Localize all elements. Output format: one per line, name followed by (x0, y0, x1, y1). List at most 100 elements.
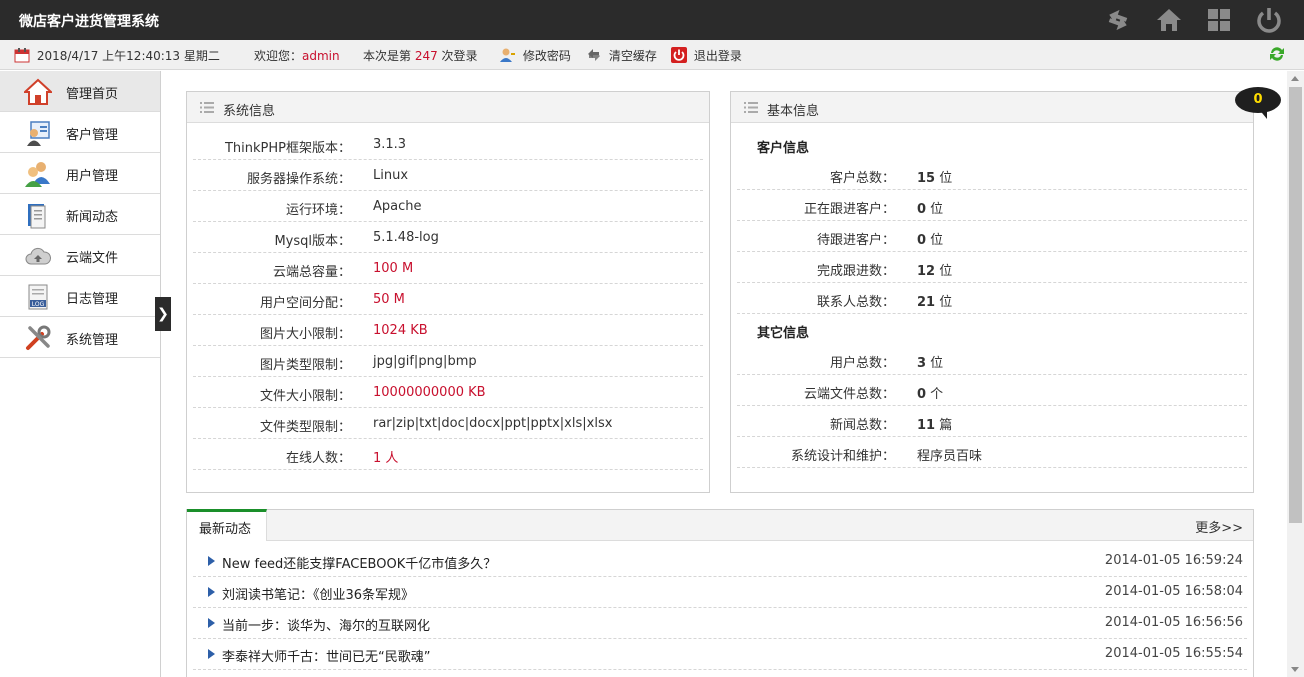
scroll-up-arrow[interactable] (1291, 76, 1299, 81)
info-number: 0 (917, 387, 927, 402)
info-key: 完成跟进数： (816, 264, 895, 279)
info-row: 服务器操作系统： Linux (193, 160, 703, 191)
news-panel: 最新动态 更多>> New feed还能支撑FACEBOOK千亿市值多久？ 201… (186, 509, 1254, 677)
info-key: 图片大小限制： (259, 327, 351, 342)
logout-label: 退出登录 (693, 49, 742, 63)
info-value: 11 篇 (917, 414, 952, 433)
other-info-heading: 其它信息 (757, 326, 810, 341)
news-item[interactable]: New feed还能支撑FACEBOOK千亿市值多久？ 2014-01-05 16… (193, 546, 1247, 577)
customer-info-heading: 客户信息 (757, 141, 810, 156)
calendar-icon (14, 48, 30, 63)
change-password-label: 修改密码 (522, 49, 571, 63)
info-key: 运行环境： (285, 203, 351, 218)
info-key: 用户空间分配： (259, 296, 351, 311)
panel-header: 基本信息 (731, 92, 1253, 123)
info-key: Mysql版本： (274, 234, 351, 249)
info-number: 12 (917, 264, 936, 279)
info-key: 文件类型限制： (259, 420, 351, 435)
username: admin (302, 49, 340, 63)
info-row: 图片大小限制： 1024 KB (193, 315, 703, 346)
green-refresh-icon[interactable] (1268, 45, 1286, 63)
sidebar-item-label: 新闻动态 (66, 210, 119, 225)
news-date: 2014-01-05 16:55:54 (1104, 646, 1243, 661)
home-icon[interactable] (1155, 6, 1183, 34)
badge-tail (1258, 108, 1267, 119)
info-value: 50 M (373, 292, 405, 307)
info-value: 0 位 (917, 229, 943, 248)
more-link[interactable]: 更多>> (1195, 517, 1243, 536)
grid-icon[interactable] (1205, 6, 1233, 34)
login-suffix: 次登录 (437, 49, 478, 63)
app-title: 微店客户进货管理系统 (19, 14, 159, 30)
info-key: 云端总容量： (272, 265, 351, 280)
log-icon: LOG (28, 284, 48, 310)
panel-header: 最新动态 更多>> (187, 509, 1253, 541)
info-unit: 个 (926, 387, 944, 402)
power-icon[interactable] (1255, 6, 1283, 34)
info-value: 10000000000 KB (373, 385, 486, 400)
cloud-icon (25, 247, 51, 265)
info-row: 联系人总数： 21 位 (737, 283, 1247, 314)
tools-icon (26, 325, 51, 350)
info-row: 正在跟进客户： 0 位 (737, 190, 1247, 221)
change-password-link[interactable]: 修改密码 (500, 47, 571, 64)
scroll-down-arrow[interactable] (1291, 667, 1299, 672)
sidebar-item-label: 客户管理 (66, 128, 119, 143)
list-icon (200, 102, 214, 113)
info-value: 15 位 (917, 167, 952, 186)
info-number: 15 (917, 171, 936, 186)
info-value: 3.1.3 (373, 137, 407, 152)
logout-power-icon (671, 47, 687, 63)
system-info-panel: 系统信息 ThinkPHP框架版本： 3.1.3 服务器操作系统： Linux 运行环境… (186, 91, 710, 493)
sidebar-item-news[interactable]: 新闻动态 (0, 194, 160, 235)
sidebar-item-system[interactable]: 系统管理 (0, 317, 160, 358)
panel-title: 系统信息 (223, 104, 276, 119)
news-item[interactable]: 李泰祥大师千古：世间已无“民歌魂” 2014-01-05 16:55:54 (193, 639, 1247, 670)
logout-link[interactable]: 退出登录 (671, 47, 742, 64)
sidebar-item-label: 用户管理 (66, 169, 119, 184)
sync-icon[interactable] (1104, 6, 1132, 34)
refresh-arrows-icon (588, 49, 600, 61)
info-row: 文件类型限制： rar|zip|txt|doc|docx|ppt|pptx|xls… (193, 408, 703, 439)
customer-icon (27, 121, 50, 146)
news-date: 2014-01-05 16:56:56 (1104, 615, 1243, 630)
info-value: Apache (373, 199, 422, 214)
sidebar-item-customers[interactable]: 客户管理 (0, 112, 160, 153)
tab-latest-news[interactable]: 最新动态 (187, 509, 267, 541)
news-title[interactable]: New feed还能支撑FACEBOOK千亿市值多久？ (222, 553, 496, 572)
info-value: 3 位 (917, 352, 943, 371)
sidebar-toggle-button[interactable]: ❯ (155, 297, 171, 331)
info-key: 新闻总数： (829, 418, 895, 433)
sidebar-item-cloud[interactable]: 云端文件 (0, 235, 160, 276)
info-unit: 程序员百味 (917, 449, 983, 464)
info-row: 用户空间分配： 50 M (193, 284, 703, 315)
news-title[interactable]: 当前一步：谈华为、海尔的互联网化 (222, 615, 430, 634)
sidebar-item-logs[interactable]: LOG 日志管理 (0, 276, 160, 317)
tab-label: 最新动态 (199, 522, 252, 537)
page-scrollbar[interactable] (1287, 71, 1304, 677)
sidebar-item-users[interactable]: 用户管理 (0, 153, 160, 194)
clear-cache-link[interactable]: 清空缓存 (586, 47, 657, 64)
info-number: 11 (917, 418, 936, 433)
info-row: 客户总数： 15 位 (737, 159, 1247, 190)
info-unit: 篇 (935, 418, 953, 433)
news-item[interactable]: 刘润读书笔记：《创业36条军规》 2014-01-05 16:58:04 (193, 577, 1247, 608)
welcome-text: 欢迎您：admin (254, 47, 340, 64)
svg-text:LOG: LOG (32, 301, 45, 308)
info-value: 100 M (373, 261, 414, 276)
info-key: 云端文件总数： (803, 387, 895, 402)
info-unit: 位 (935, 295, 953, 310)
info-value: 1 人 (373, 451, 399, 466)
info-value: jpg|gif|png|bmp (373, 354, 477, 369)
news-item[interactable]: 当前一步：谈华为、海尔的互联网化 2014-01-05 16:56:56 (193, 608, 1247, 639)
basic-info-panel: 基本信息 客户信息 客户总数： 15 位正在跟进客户： 0 位待跟进客户： 0 位完成… (730, 91, 1254, 493)
scroll-thumb[interactable] (1289, 87, 1302, 523)
login-prefix: 本次是第 (363, 49, 415, 63)
news-title[interactable]: 刘润读书笔记：《创业36条军规》 (222, 584, 414, 603)
news-title[interactable]: 李泰祥大师千古：世间已无“民歌魂” (222, 646, 430, 665)
info-row: 用户总数： 3 位 (737, 344, 1247, 375)
users-icon (25, 162, 50, 187)
info-row: 文件大小限制： 10000000000 KB (193, 377, 703, 408)
bullet-triangle-icon (208, 649, 215, 659)
sidebar-item-home[interactable]: 管理首页 (0, 71, 160, 112)
